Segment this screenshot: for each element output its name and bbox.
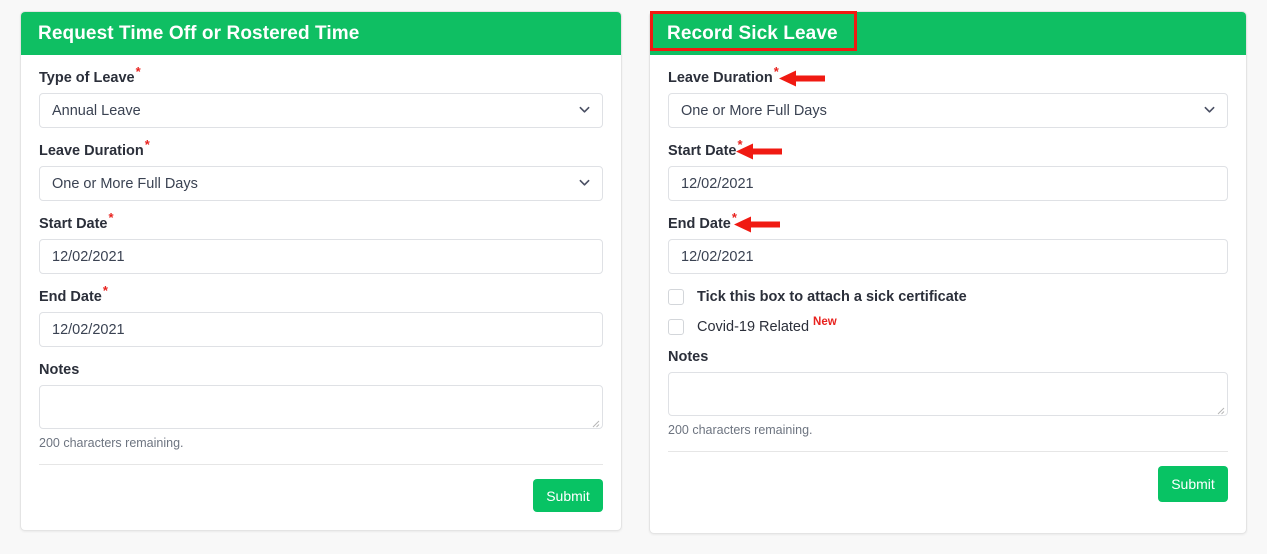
required-asterisk: * — [135, 64, 141, 80]
request-time-off-card: Request Time Off or Rostered Time Type o… — [20, 11, 622, 531]
start-date-label-text: Start Date — [39, 216, 108, 232]
submit-row: Submit — [668, 452, 1228, 502]
end-date-value: 12/02/2021 — [52, 321, 125, 338]
sick-leave-duration-select[interactable]: One or More Full Days — [668, 93, 1228, 128]
submit-button[interactable]: Submit — [1158, 466, 1228, 502]
field-start-date: Start Date* 12/02/2021 — [39, 211, 603, 274]
sick-start-date-label: Start Date* — [668, 138, 1228, 159]
field-sick-notes: Notes 200 characters remaining. — [668, 349, 1228, 437]
record-sick-leave-body: Leave Duration* One or More Full Days St… — [650, 55, 1246, 502]
type-of-leave-select-wrap: Annual Leave — [39, 93, 603, 128]
sick-notes-label: Notes — [668, 349, 709, 365]
required-asterisk: * — [731, 210, 737, 226]
sick-leave-duration-label: Leave Duration* — [668, 65, 1228, 86]
sick-start-date-input[interactable]: 12/02/2021 — [668, 166, 1228, 201]
sick-notes-character-counter: 200 characters remaining. — [668, 423, 813, 437]
type-of-leave-label-text: Type of Leave — [39, 70, 135, 86]
leave-duration-label-text: Leave Duration — [39, 143, 144, 159]
request-time-off-body: Type of Leave* Annual Leave Leave Durati… — [21, 55, 621, 512]
notes-character-counter: 200 characters remaining. — [39, 436, 184, 450]
sick-start-date-value: 12/02/2021 — [681, 175, 754, 192]
resize-handle-icon[interactable] — [589, 415, 600, 428]
record-sick-leave-header: Record Sick Leave — [650, 12, 1246, 55]
sick-notes-textarea[interactable] — [668, 372, 1228, 416]
end-date-input[interactable]: 12/02/2021 — [39, 312, 603, 347]
covid-related-checkbox[interactable] — [668, 319, 684, 335]
leave-duration-label: Leave Duration* — [39, 138, 603, 159]
covid-related-label-text: Covid-19 Related — [697, 319, 810, 335]
required-asterisk: * — [108, 210, 114, 226]
leave-duration-select[interactable]: One or More Full Days — [39, 166, 603, 201]
notes-textarea[interactable] — [39, 385, 603, 429]
end-date-label: End Date* — [39, 284, 603, 305]
covid-related-row[interactable]: Covid-19 Related New — [668, 316, 1228, 335]
field-type-of-leave: Type of Leave* Annual Leave — [39, 65, 603, 128]
submit-row: Submit — [39, 465, 603, 512]
field-notes: Notes 200 characters remaining. — [39, 362, 603, 450]
type-of-leave-label: Type of Leave* — [39, 65, 603, 86]
sick-leave-duration-label-text: Leave Duration — [668, 70, 773, 86]
field-sick-end-date: End Date* 12/02/2021 — [668, 211, 1228, 274]
start-date-value: 12/02/2021 — [52, 248, 125, 265]
request-time-off-header: Request Time Off or Rostered Time — [21, 12, 621, 55]
covid-related-label: Covid-19 Related New — [697, 316, 837, 335]
sick-start-date-label-text: Start Date — [668, 143, 737, 159]
sick-certificate-row[interactable]: Tick this box to attach a sick certifica… — [668, 289, 1228, 305]
end-date-label-text: End Date — [39, 289, 102, 305]
sick-leave-duration-value: One or More Full Days — [681, 102, 827, 119]
resize-handle-icon[interactable] — [1214, 402, 1225, 415]
start-date-input[interactable]: 12/02/2021 — [39, 239, 603, 274]
type-of-leave-select[interactable]: Annual Leave — [39, 93, 603, 128]
request-time-off-title: Request Time Off or Rostered Time — [38, 22, 360, 44]
sick-leave-duration-select-wrap: One or More Full Days — [668, 93, 1228, 128]
field-leave-duration: Leave Duration* One or More Full Days — [39, 138, 603, 201]
sick-certificate-checkbox[interactable] — [668, 289, 684, 305]
sick-end-date-input[interactable]: 12/02/2021 — [668, 239, 1228, 274]
field-end-date: End Date* 12/02/2021 — [39, 284, 603, 347]
submit-button[interactable]: Submit — [533, 479, 603, 512]
leave-duration-select-wrap: One or More Full Days — [39, 166, 603, 201]
field-sick-start-date: Start Date* 12/02/2021 — [668, 138, 1228, 201]
notes-label: Notes — [39, 362, 80, 378]
field-sick-leave-duration: Leave Duration* One or More Full Days — [668, 65, 1228, 128]
record-sick-leave-title: Record Sick Leave — [667, 22, 838, 44]
start-date-label: Start Date* — [39, 211, 603, 232]
record-sick-leave-card: Record Sick Leave Leave Duration* One or… — [649, 11, 1247, 534]
required-asterisk: * — [102, 283, 108, 299]
required-asterisk: * — [773, 64, 779, 80]
sick-end-date-label: End Date* — [668, 211, 1228, 232]
sick-end-date-label-text: End Date — [668, 216, 731, 232]
required-asterisk: * — [144, 137, 150, 153]
leave-duration-value: One or More Full Days — [52, 175, 198, 192]
page-root: Request Time Off or Rostered Time Type o… — [0, 0, 1267, 554]
type-of-leave-value: Annual Leave — [52, 102, 141, 119]
required-asterisk: * — [737, 137, 743, 153]
sick-certificate-label: Tick this box to attach a sick certifica… — [697, 289, 967, 305]
new-badge: New — [813, 316, 837, 329]
sick-end-date-value: 12/02/2021 — [681, 248, 754, 265]
